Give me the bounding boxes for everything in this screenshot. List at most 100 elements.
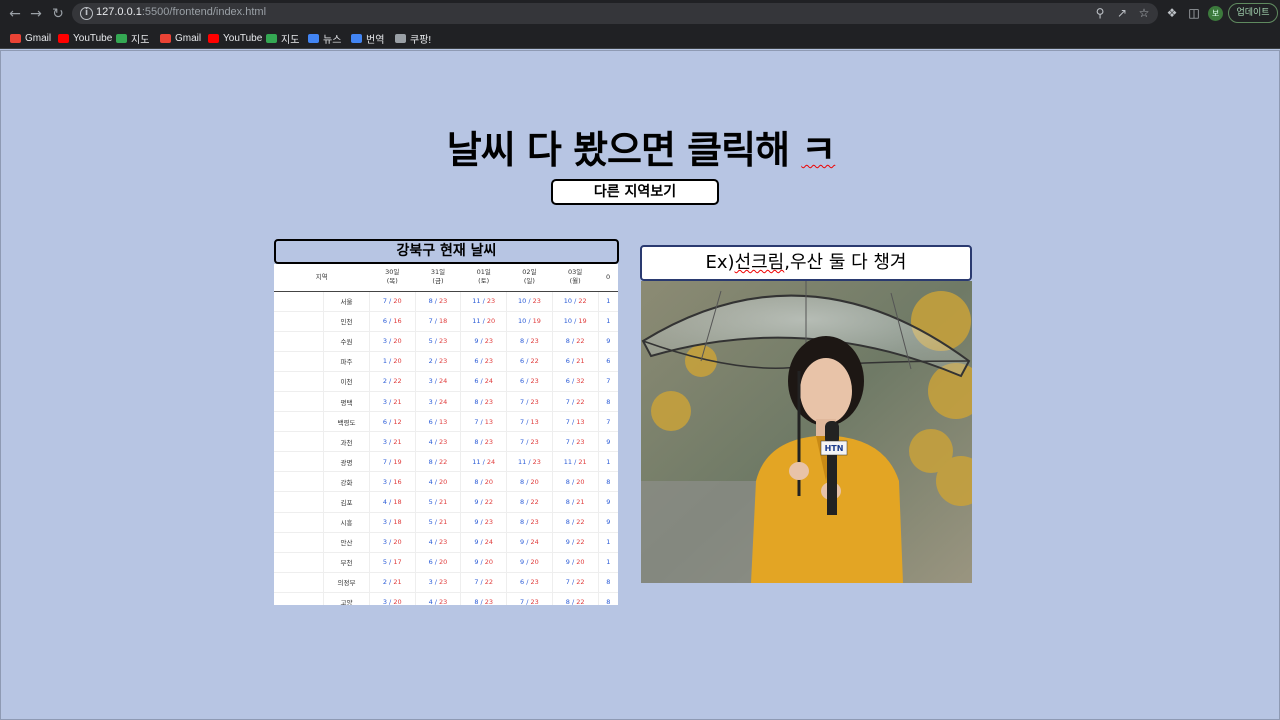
max-temp: 24 xyxy=(486,457,496,466)
bookmark-label: Gmail xyxy=(25,32,52,44)
min-temp: 8 xyxy=(428,297,433,306)
profile-avatar[interactable]: 보 xyxy=(1208,6,1223,21)
forward-icon[interactable]: → xyxy=(26,4,46,24)
min-temp: 4 xyxy=(428,598,433,605)
max-temp: 23 xyxy=(484,598,494,605)
table-row: 김포 4 / 18 5 / 21 9 / 22 8 / 22 8 / 21 9 xyxy=(274,491,618,513)
bookmark-item[interactable]: 지도 xyxy=(116,31,150,46)
table-spacer-cell xyxy=(274,411,324,433)
temperature-cell: 10 / 19 xyxy=(506,311,553,332)
min-temp: 9 xyxy=(520,538,525,547)
reload-icon[interactable]: ↻ xyxy=(48,4,68,24)
region-name-cell: 파주 xyxy=(323,351,370,372)
bookmark-item[interactable]: YouTube xyxy=(58,31,112,45)
table-row: 의정부 2 / 21 3 / 23 7 / 22 6 / 23 7 / 22 8 xyxy=(274,572,618,593)
min-temp: 7 xyxy=(565,578,570,587)
max-temp: 19 xyxy=(393,457,402,466)
other-region-button[interactable]: 다른 지역보기 xyxy=(551,179,719,205)
bookmark-label: 지도 xyxy=(131,34,150,46)
back-icon[interactable]: ← xyxy=(5,4,25,24)
max-temp: 13 xyxy=(484,417,494,426)
bookmark-item[interactable]: 번역 xyxy=(351,31,384,46)
min-temp: 3 xyxy=(428,397,433,406)
temperature-cell: 9 / 23 xyxy=(460,512,507,533)
min-temp: 6 xyxy=(565,357,570,366)
max-temp: 22 xyxy=(530,357,539,366)
max-temp: 22 xyxy=(576,337,585,346)
table-spacer-cell xyxy=(274,491,324,513)
min-temp: 8 xyxy=(428,457,433,466)
temperature-cell: 1 xyxy=(597,532,618,553)
star-icon[interactable]: ☆ xyxy=(1136,5,1152,21)
bookmark-item[interactable]: 쿠팡! xyxy=(395,31,431,46)
min-temp: 1 xyxy=(606,317,611,326)
temperature-cell: 3 / 23 xyxy=(414,572,461,593)
max-temp: 23 xyxy=(530,437,539,446)
temperature-cell: 4 / 20 xyxy=(414,471,461,493)
bookmark-item[interactable]: YouTube xyxy=(208,31,262,45)
max-temp: 13 xyxy=(439,417,448,426)
table-spacer-cell xyxy=(274,351,324,372)
min-temp: 9 xyxy=(474,558,479,567)
max-temp: 12 xyxy=(393,417,402,426)
min-temp: 8 xyxy=(520,477,525,486)
bookmark-item[interactable]: 뉴스 xyxy=(308,31,341,46)
temperature-cell: 8 xyxy=(597,572,618,593)
temperature-cell: 8 / 20 xyxy=(506,471,553,493)
min-temp: 6 xyxy=(382,317,387,326)
region-name-cell: 인천 xyxy=(323,311,370,332)
share-icon[interactable]: ↗ xyxy=(1114,5,1130,21)
bookmark-item[interactable]: Gmail xyxy=(160,31,201,45)
temperature-cell: 10 / 19 xyxy=(551,311,599,332)
temperature-cell: 9 / 20 xyxy=(506,552,553,573)
info-icon[interactable]: i xyxy=(80,7,93,20)
min-temp: 9 xyxy=(474,497,479,506)
max-temp: 18 xyxy=(393,497,402,506)
table-spacer-cell xyxy=(274,431,324,453)
table-row: 고양 3 / 20 4 / 23 8 / 23 7 / 23 8 / 22 8 xyxy=(274,592,618,605)
max-temp: 23 xyxy=(576,437,585,446)
bookmark-label: Gmail xyxy=(175,32,202,44)
bookmark-item[interactable]: Gmail xyxy=(10,31,51,45)
temperature-cell: 7 xyxy=(597,371,618,392)
temperature-cell: 9 xyxy=(597,431,618,453)
min-temp: 1 xyxy=(606,457,611,466)
day-date: 31일 xyxy=(430,268,446,277)
temperature-cell: 9 / 22 xyxy=(460,491,507,513)
max-temp: 22 xyxy=(484,578,494,587)
max-temp: 21 xyxy=(393,437,402,446)
min-temp: 7 xyxy=(382,457,387,466)
max-temp: 13 xyxy=(530,417,539,426)
temperature-cell: 2 / 22 xyxy=(368,371,416,392)
max-temp: 20 xyxy=(484,477,494,486)
temperature-cell: 5 / 21 xyxy=(414,512,461,533)
table-row: 평택 3 / 21 3 / 24 8 / 23 7 / 23 7 / 22 8 xyxy=(274,391,618,413)
address-bar[interactable]: i 127.0.0.1:5500/frontend/index.html ⚲ ↗… xyxy=(72,3,1158,24)
temperature-cell: 9 / 24 xyxy=(506,532,553,553)
max-temp: 23 xyxy=(439,598,448,605)
min-temp: 8 xyxy=(474,397,479,406)
bookmark-item[interactable]: 지도 xyxy=(266,31,300,46)
bookmark-favicon-icon xyxy=(308,33,319,43)
max-temp: 23 xyxy=(532,457,541,466)
min-temp: 7 xyxy=(565,417,570,426)
min-temp: 5 xyxy=(428,518,433,527)
extensions-icon[interactable]: ❖ xyxy=(1164,5,1180,21)
max-temp: 23 xyxy=(439,437,448,446)
region-name-cell: 과천 xyxy=(323,431,370,453)
temperature-cell: 1 xyxy=(597,552,618,573)
min-temp: 8 xyxy=(565,477,570,486)
zoom-icon[interactable]: ⚲ xyxy=(1092,5,1108,21)
bookmark-label: 지도 xyxy=(281,34,300,46)
min-temp: 7 xyxy=(474,417,479,426)
update-button[interactable]: 업데이트 xyxy=(1228,3,1278,23)
day-date: 30일 xyxy=(385,268,400,277)
max-temp: 21 xyxy=(393,578,402,587)
max-temp: 23 xyxy=(484,518,494,527)
table-row: 인천 6 / 16 7 / 18 11 / 20 10 / 19 10 / 19 1 xyxy=(274,311,618,332)
side-panel-icon[interactable]: ◫ xyxy=(1186,5,1202,21)
temperature-cell: 8 / 22 xyxy=(551,592,599,605)
temperature-cell: 3 / 20 xyxy=(368,331,416,352)
min-temp: 8 xyxy=(606,598,611,605)
max-temp: 20 xyxy=(576,558,585,567)
